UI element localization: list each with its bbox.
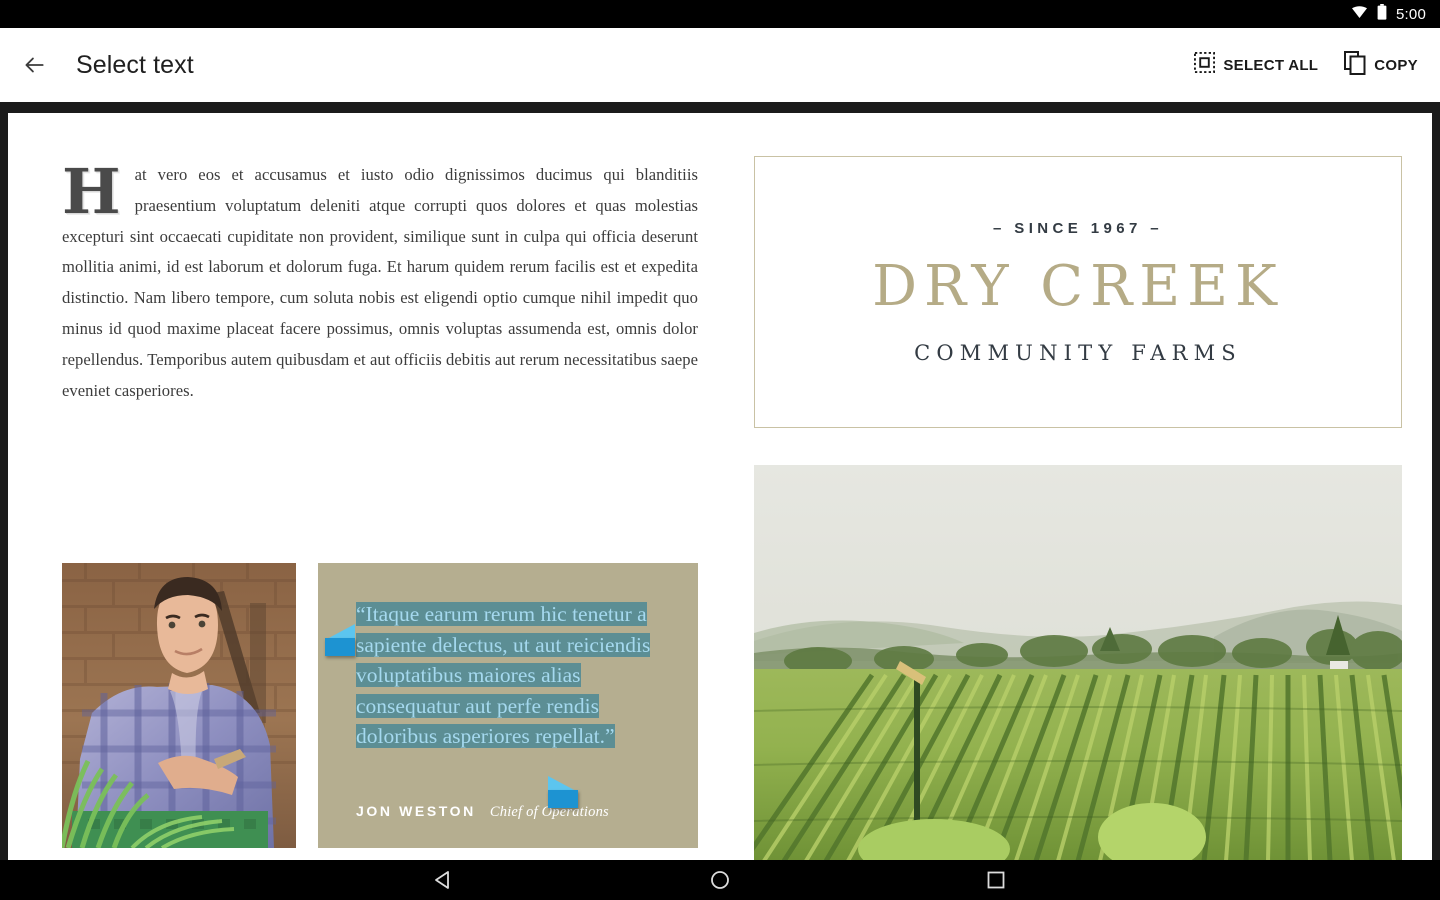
- page-title: Select text: [76, 50, 194, 79]
- quote-selected-text[interactable]: “Itaque earum rerum hic tenetur a sapien…: [356, 602, 651, 749]
- logo-name: DRY CREEK: [872, 253, 1284, 319]
- status-bar: 5:00: [0, 0, 1440, 28]
- select-all-label: SELECT ALL: [1223, 56, 1319, 74]
- quote-author: JON WESTON: [356, 803, 476, 819]
- drop-cap: H: [62, 155, 121, 228]
- quote-card[interactable]: “Itaque earum rerum hic tenetur a sapien…: [318, 563, 698, 848]
- select-all-icon: [1194, 52, 1216, 78]
- back-arrow-icon[interactable]: [6, 37, 62, 93]
- battery-icon: [1377, 3, 1387, 25]
- document-page[interactable]: Hat vero eos et accusamus et iusto odio …: [8, 113, 1432, 860]
- document-frame: Hat vero eos et accusamus et iusto odio …: [0, 102, 1440, 860]
- home-circle-icon[interactable]: [697, 860, 743, 900]
- logo-subtitle: COMMUNITY FARMS: [914, 340, 1242, 365]
- left-column: Hat vero eos et accusamus et iusto odio …: [62, 160, 698, 406]
- logo-card[interactable]: – SINCE 1967 – DRY CREEK COMMUNITY FARMS: [754, 156, 1402, 428]
- copy-icon: [1344, 50, 1366, 80]
- quote-text[interactable]: “Itaque earum rerum hic tenetur a sapien…: [356, 599, 676, 752]
- wifi-icon: [1351, 5, 1368, 24]
- handle-body: [325, 638, 355, 656]
- app-bar: Select text SELECT ALL COPY: [0, 28, 1440, 102]
- status-clock: 5:00: [1396, 5, 1426, 23]
- copy-label: COPY: [1374, 56, 1418, 74]
- selection-end-handle[interactable]: [548, 776, 578, 808]
- handle-body: [548, 790, 578, 808]
- article-paragraph[interactable]: Hat vero eos et accusamus et iusto odio …: [62, 160, 698, 406]
- portrait-photo[interactable]: [62, 563, 296, 848]
- media-row: “Itaque earum rerum hic tenetur a sapien…: [62, 563, 698, 848]
- recents-square-icon[interactable]: [973, 860, 1019, 900]
- copy-button[interactable]: COPY: [1344, 50, 1418, 80]
- article-body: at vero eos et accusamus et iusto odio d…: [62, 165, 698, 400]
- select-all-button[interactable]: SELECT ALL: [1194, 52, 1318, 78]
- vineyard-photo[interactable]: [754, 465, 1402, 860]
- app-bar-actions: SELECT ALL COPY: [1194, 50, 1440, 80]
- back-triangle-icon[interactable]: [421, 860, 467, 900]
- navigation-bar: [0, 860, 1440, 900]
- selection-start-handle[interactable]: [325, 624, 355, 656]
- logo-since-line: – SINCE 1967 –: [993, 219, 1163, 237]
